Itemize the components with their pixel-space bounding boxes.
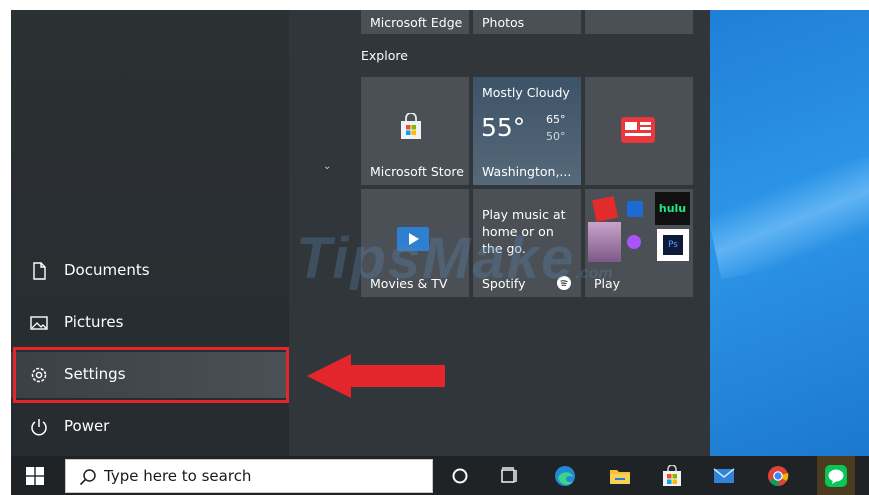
search-input[interactable] [104, 465, 404, 487]
edge-icon[interactable] [554, 465, 576, 487]
solitaire-icon [627, 201, 643, 217]
store-icon[interactable] [661, 465, 683, 487]
watermark-text: TipsMake [296, 226, 576, 291]
tile-photos[interactable]: Photos [473, 10, 581, 34]
roblox-icon [591, 195, 619, 223]
news-icon [621, 117, 655, 143]
photoshop-icon: Ps [657, 229, 689, 261]
tile-microsoft-edge[interactable]: Microsoft Edge [361, 10, 469, 34]
photoshop-label: Ps [663, 235, 683, 255]
windows-start-icon[interactable] [26, 467, 44, 485]
tile-photos-label: Photos [482, 15, 525, 30]
screen: Documents Pictures Settings Power Micros… [11, 10, 869, 495]
section-explore-label: Explore [361, 48, 408, 63]
weather-temp: 55° [481, 113, 526, 142]
watermark: TipsMake.com [296, 225, 613, 292]
nav-pictures[interactable]: Pictures [11, 300, 289, 346]
weather-location: Washington,... [482, 164, 572, 179]
cortana-icon[interactable] [449, 465, 471, 487]
mail-icon[interactable] [713, 465, 735, 487]
nav-power-label: Power [64, 417, 110, 435]
line-app-button[interactable] [817, 456, 855, 495]
pictures-icon [30, 316, 48, 330]
weather-condition: Mostly Cloudy [482, 85, 570, 100]
taskbar [11, 456, 869, 495]
power-icon [31, 419, 47, 436]
tile-microsoft-store-label: Microsoft Store [370, 164, 464, 179]
store-bag-icon [401, 113, 421, 139]
weather-high: 65° [546, 113, 566, 126]
line-icon [825, 465, 847, 487]
desktop-background [702, 10, 869, 456]
tile-news[interactable] [585, 77, 693, 185]
watermark-suffix: .com [575, 265, 613, 282]
document-icon [33, 262, 46, 280]
file-explorer-icon[interactable] [609, 465, 631, 487]
nav-power[interactable]: Power [11, 404, 289, 450]
nav-documents[interactable]: Documents [11, 248, 289, 294]
taskbar-search-box[interactable] [65, 459, 433, 493]
tile-weather[interactable]: Mostly Cloudy 55° 65° 50° Washington,... [473, 77, 581, 185]
chevron-down-icon[interactable]: ⌄ [323, 161, 331, 172]
settings-highlight-box [13, 347, 289, 403]
chrome-icon[interactable] [767, 465, 789, 487]
task-view-icon[interactable] [498, 465, 520, 487]
red-arrow-icon [307, 354, 445, 398]
tile-top-right[interactable] [585, 10, 693, 34]
tile-microsoft-edge-label: Microsoft Edge [370, 15, 463, 30]
hulu-icon: hulu [655, 192, 690, 225]
nav-documents-label: Documents [64, 261, 150, 279]
messenger-icon [627, 235, 641, 249]
tile-microsoft-store[interactable]: Microsoft Store [361, 77, 469, 185]
search-icon [79, 469, 96, 486]
weather-low: 50° [546, 130, 566, 143]
nav-pictures-label: Pictures [64, 313, 124, 331]
